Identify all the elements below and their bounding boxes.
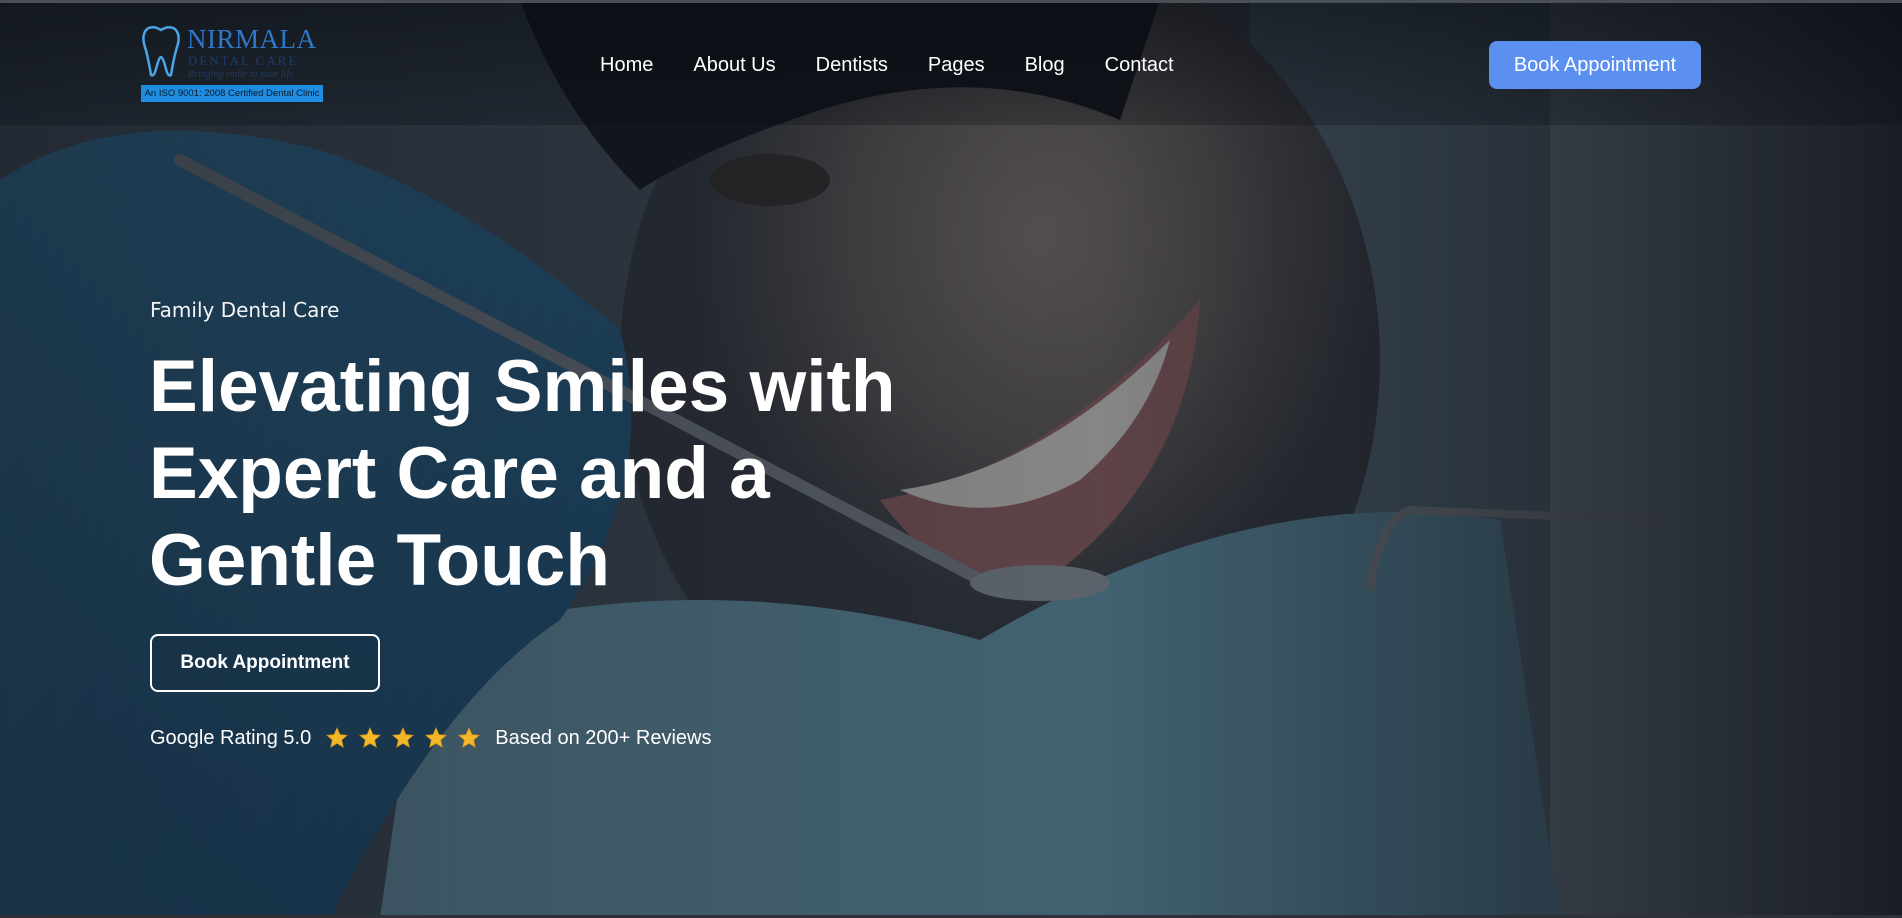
logo-name: NIRMALA (187, 24, 317, 54)
tooth-icon (142, 26, 180, 77)
nav-item-contact[interactable]: Contact (1105, 54, 1174, 77)
hero-headline: Elevating Smiles with Expert Care and a … (149, 343, 1009, 604)
nav-item-blog[interactable]: Blog (1025, 54, 1065, 77)
star-icon (392, 727, 415, 748)
logo-subtitle: DENTAL CARE (188, 53, 299, 68)
hero-eyebrow: Family Dental Care (150, 298, 340, 322)
hero-book-appointment-button[interactable]: Book Appointment (150, 634, 380, 692)
logo-certification: An ISO 9001: 2008 Certified Dental Clini… (141, 85, 323, 102)
hero-headline-line: Elevating Smiles with (149, 346, 896, 427)
hero-headline-line: Gentle Touch (149, 520, 610, 601)
logo-tagline: Bringing smile to your life (188, 69, 294, 80)
reviews-text: Based on 200+ Reviews (495, 726, 712, 749)
star-icon (425, 727, 448, 748)
star-icon (326, 727, 349, 748)
star-icon (359, 727, 382, 748)
google-rating: Google Rating 5.0 Based on 200+ Reviews (150, 723, 711, 753)
rating-label: Google Rating 5.0 (150, 726, 312, 749)
site-logo[interactable]: NIRMALA DENTAL CARE Bringing smile to yo… (141, 22, 323, 104)
header-book-appointment-button[interactable]: Book Appointment (1489, 41, 1701, 89)
hero-headline-line: Expert Care and a (149, 433, 770, 514)
nav-item-home[interactable]: Home (600, 54, 653, 77)
main-nav: Home About Us Dentists Pages Blog Contac… (600, 50, 1174, 80)
rating-stars (325, 726, 481, 750)
hero-section: NIRMALA DENTAL CARE Bringing smile to yo… (0, 0, 1902, 918)
nav-item-about-us[interactable]: About Us (693, 54, 775, 77)
nav-item-dentists[interactable]: Dentists (816, 54, 888, 77)
star-icon (458, 727, 481, 748)
nav-item-pages[interactable]: Pages (928, 54, 985, 77)
